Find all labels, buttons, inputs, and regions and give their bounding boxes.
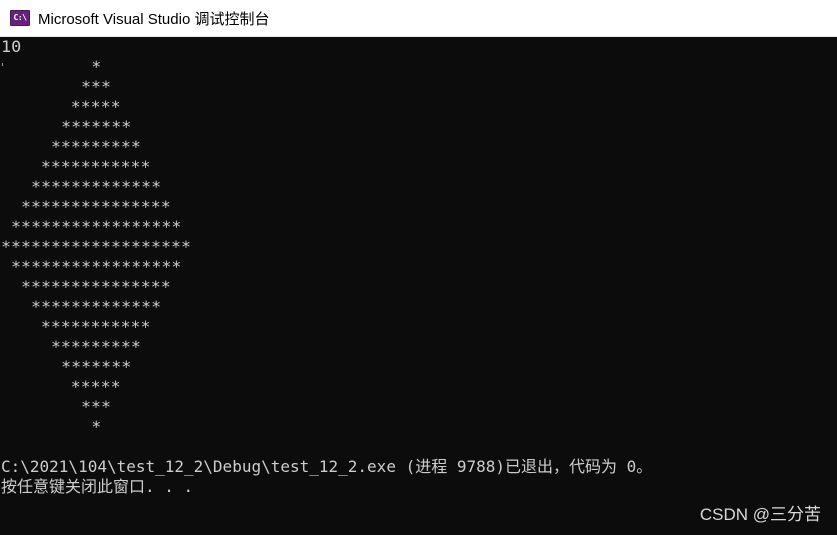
title-bar[interactable]: C:\ Microsoft Visual Studio 调试控制台 xyxy=(0,0,837,37)
console-line: *************** xyxy=(1,197,171,216)
console-line: ******* xyxy=(1,117,132,136)
console-line: 10 xyxy=(1,37,22,56)
console-output[interactable]: 10 * *** ***** ******* ********* *******… xyxy=(0,37,837,535)
console-line: *** xyxy=(1,77,111,96)
console-line: ********* xyxy=(1,137,141,156)
console-line: * xyxy=(1,57,102,76)
console-line: ******************* xyxy=(1,237,192,256)
visual-studio-console-icon: C:\ xyxy=(10,10,30,26)
console-line: ***************** xyxy=(1,217,182,236)
console-line: ***************** xyxy=(1,257,182,276)
console-line: *************** xyxy=(1,277,171,296)
console-line: *** xyxy=(1,397,111,416)
console-line: *********** xyxy=(1,157,151,176)
console-line: ************* xyxy=(1,177,162,196)
watermark: CSDN @三分苦 xyxy=(699,505,821,524)
console-line: C:\2021\104\test_12_2\Debug\test_12_2.ex… xyxy=(1,457,653,476)
console-line: * xyxy=(1,417,102,436)
console-line: ********* xyxy=(1,337,141,356)
console-window: C:\ Microsoft Visual Studio 调试控制台 10 * *… xyxy=(0,0,837,535)
console-line: ************* xyxy=(1,297,162,316)
console-line: ***** xyxy=(1,377,121,396)
console-line: 按任意键关闭此窗口. . . xyxy=(1,477,194,496)
console-line: ******* xyxy=(1,357,132,376)
console-line: *********** xyxy=(1,317,151,336)
window-title: Microsoft Visual Studio 调试控制台 xyxy=(38,10,270,28)
console-line: ***** xyxy=(1,97,121,116)
